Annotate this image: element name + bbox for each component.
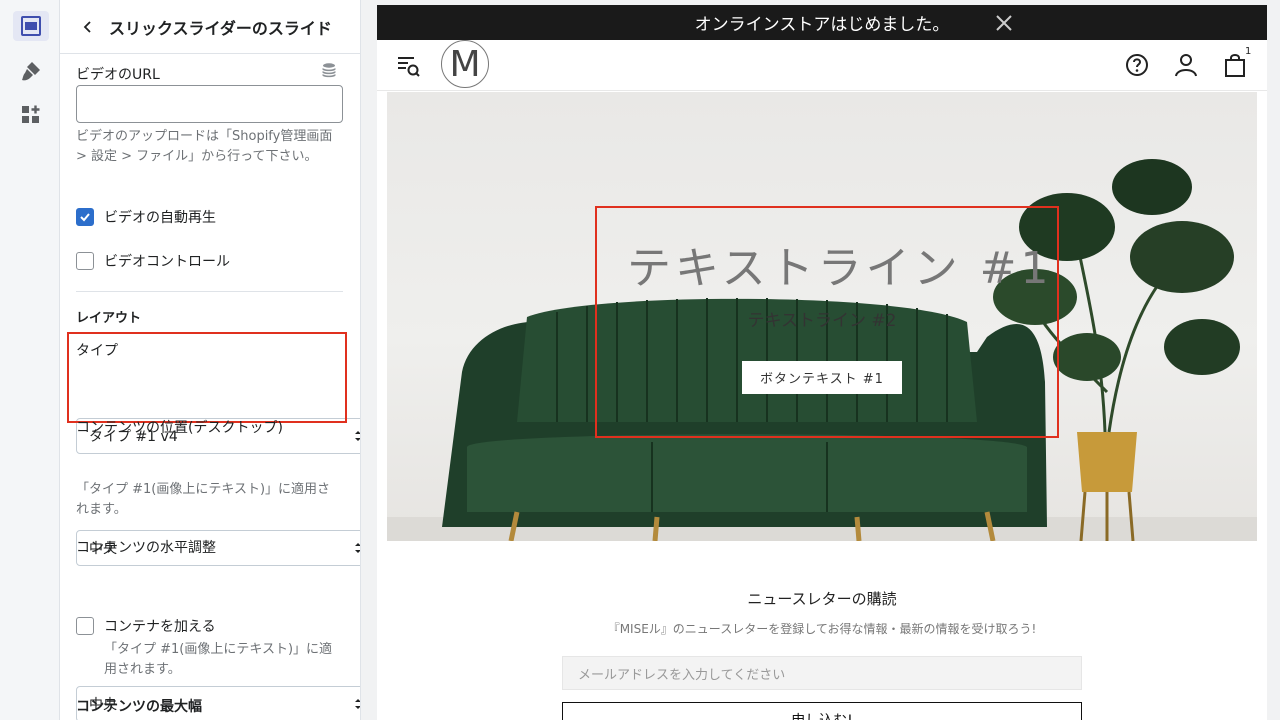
plant-pot: [1077, 432, 1137, 492]
newsletter-subscribe-label: 申し込む!: [791, 710, 853, 720]
plant-leaf: [1112, 159, 1192, 215]
container-help: 「タイプ #1(画像上にテキスト)」に適用されます。: [104, 642, 333, 677]
sections-button[interactable]: [13, 11, 49, 41]
h-align-label: コンテンツの水平調整: [76, 540, 216, 556]
paintbrush-icon: [22, 62, 40, 81]
container-label: コンテナを加える: [104, 619, 216, 635]
select-arrows-icon: [355, 543, 360, 553]
sections-icon: [21, 16, 41, 36]
store-preview: オンラインストアはじめました。 M 1 テキストライン #1 テキストライン #…: [377, 5, 1267, 720]
panel-header: スリックスライダーのスライド: [60, 0, 360, 54]
newsletter-subscribe-button[interactable]: 申し込む!: [562, 702, 1082, 720]
highlight-box: [67, 332, 347, 423]
plant-leaf: [1130, 221, 1234, 293]
layout-section-title: レイアウト: [76, 311, 142, 326]
autoplay-checkbox[interactable]: [76, 208, 94, 226]
container-option[interactable]: コンテナを加える: [76, 616, 343, 636]
select-arrows-icon: [355, 431, 360, 441]
account-icon[interactable]: [1173, 52, 1199, 78]
menu-search-icon[interactable]: [395, 52, 421, 78]
panel-title: スリックスライダーのスライド: [109, 18, 332, 38]
apps-icon: [22, 105, 40, 123]
video-url-input[interactable]: [76, 85, 343, 123]
max-width-label: コンテンツの最大幅: [76, 699, 202, 715]
newsletter-subtitle: 『MISEル』のニュースレターを登録してお得な情報・最新の情報を受け取ろう!: [607, 622, 1037, 636]
store-header: M 1: [377, 40, 1267, 91]
container-checkbox[interactable]: [76, 617, 94, 635]
autoplay-option[interactable]: ビデオの自動再生: [76, 207, 343, 227]
select-arrows-icon: [355, 699, 360, 709]
announcement-bar: オンラインストアはじめました。: [377, 5, 1267, 40]
video-controls-checkbox[interactable]: [76, 252, 94, 270]
icon-rail: [0, 0, 60, 720]
chevron-left-icon: [83, 20, 91, 33]
video-url-help: ビデオのアップロードは「Shopify管理画面 > 設定 > ファイル」から行っ…: [76, 129, 333, 164]
dynamic-source-icon[interactable]: [321, 62, 337, 78]
store-logo[interactable]: M: [441, 40, 489, 88]
section-divider: [76, 291, 343, 292]
position-help: 「タイプ #1(画像上にテキスト)」に適用されます。: [76, 482, 331, 517]
newsletter-title: ニュースレターの購読: [747, 590, 897, 608]
plant-leaf: [1053, 333, 1121, 381]
theme-settings-button[interactable]: [13, 56, 49, 86]
video-controls-option[interactable]: ビデオコントロール: [76, 251, 343, 271]
close-icon[interactable]: [995, 14, 1013, 32]
newsletter-email-placeholder: メールアドレスを入力してください: [578, 667, 786, 683]
highlight-box: [595, 206, 1059, 438]
checkmark-icon: [80, 213, 90, 222]
cart-count: 1: [1245, 46, 1252, 57]
back-button[interactable]: [76, 15, 100, 39]
help-icon[interactable]: [1124, 52, 1150, 78]
autoplay-label: ビデオの自動再生: [104, 210, 216, 226]
settings-panel: スリックスライダーのスライド ビデオのURL ビデオのアップロードは「Shopi…: [60, 0, 361, 720]
video-controls-label: ビデオコントロール: [104, 254, 230, 270]
store-logo-letter: M: [449, 43, 481, 85]
position-label: コンテンツの位置(デスクトップ): [76, 420, 283, 436]
sofa-cushions: [467, 434, 1027, 512]
newsletter-email-input[interactable]: メールアドレスを入力してください: [562, 656, 1082, 690]
announcement-text: オンラインストアはじめました。: [694, 15, 950, 35]
hero-slide: テキストライン #1 テキストライン #2 ボタンテキスト #1: [387, 92, 1257, 541]
apps-button[interactable]: [13, 100, 49, 130]
video-url-label: ビデオのURL: [76, 67, 160, 83]
